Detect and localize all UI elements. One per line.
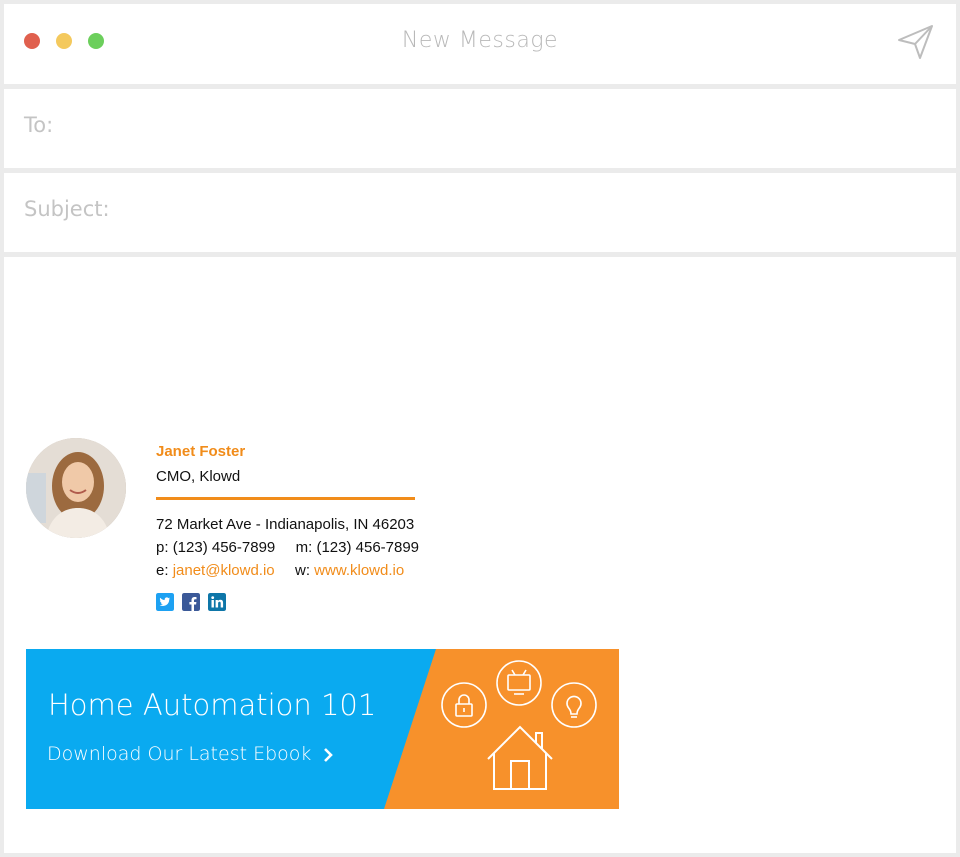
paper-plane-icon: [898, 25, 933, 59]
message-body[interactable]: Janet Foster CMO, Klowd 72 Market Ave - …: [4, 257, 956, 853]
website-link[interactable]: www.klowd.io: [314, 562, 404, 579]
send-button[interactable]: [894, 20, 938, 64]
banner-cta-link[interactable]: Download Our Latest Ebook: [47, 743, 311, 765]
chevron-right-icon: [324, 748, 333, 762]
window-title: New Message: [401, 28, 559, 53]
to-input[interactable]: [74, 109, 936, 149]
subject-row: Subject:: [4, 173, 956, 252]
signature-address: 72 Market Ave - Indianapolis, IN 46203: [156, 516, 415, 533]
banner-title: Home Automation 101: [48, 688, 377, 722]
email-label: e:: [156, 562, 169, 579]
signature-phones: p: (123) 456-7899 m: (123) 456-7899: [156, 539, 419, 556]
lock-icon: [441, 682, 487, 728]
title-bar: New Message: [4, 4, 956, 84]
avatar: [26, 438, 126, 538]
phone-label: p:: [156, 539, 169, 556]
subject-label: Subject:: [24, 197, 110, 221]
tv-icon: [496, 660, 542, 706]
twitter-icon[interactable]: [156, 593, 174, 611]
to-row: To:: [4, 89, 956, 168]
signature-name: Janet Foster: [156, 443, 246, 460]
mobile-label: m:: [295, 539, 313, 556]
to-label: To:: [24, 113, 54, 137]
facebook-icon[interactable]: [182, 593, 200, 611]
signature-contacts: e: janet@klowd.io w: www.klowd.io: [156, 562, 404, 579]
lightbulb-icon: [551, 682, 597, 728]
mobile-number: (123) 456-7899: [316, 539, 420, 556]
signature-divider: [156, 497, 415, 500]
phone-number: (123) 456-7899: [172, 539, 276, 556]
web-label: w:: [294, 562, 310, 579]
subject-input[interactable]: [124, 193, 936, 233]
portrait-image: [26, 438, 126, 538]
house-icon: [487, 725, 553, 790]
ebook-banner[interactable]: Home Automation 101 Download Our Latest …: [26, 649, 619, 809]
banner-illustration: [441, 660, 597, 790]
linkedin-icon[interactable]: [208, 593, 226, 611]
social-links: [156, 593, 226, 611]
email-link[interactable]: janet@klowd.io: [173, 562, 275, 579]
signature-role: CMO, Klowd: [156, 468, 241, 485]
